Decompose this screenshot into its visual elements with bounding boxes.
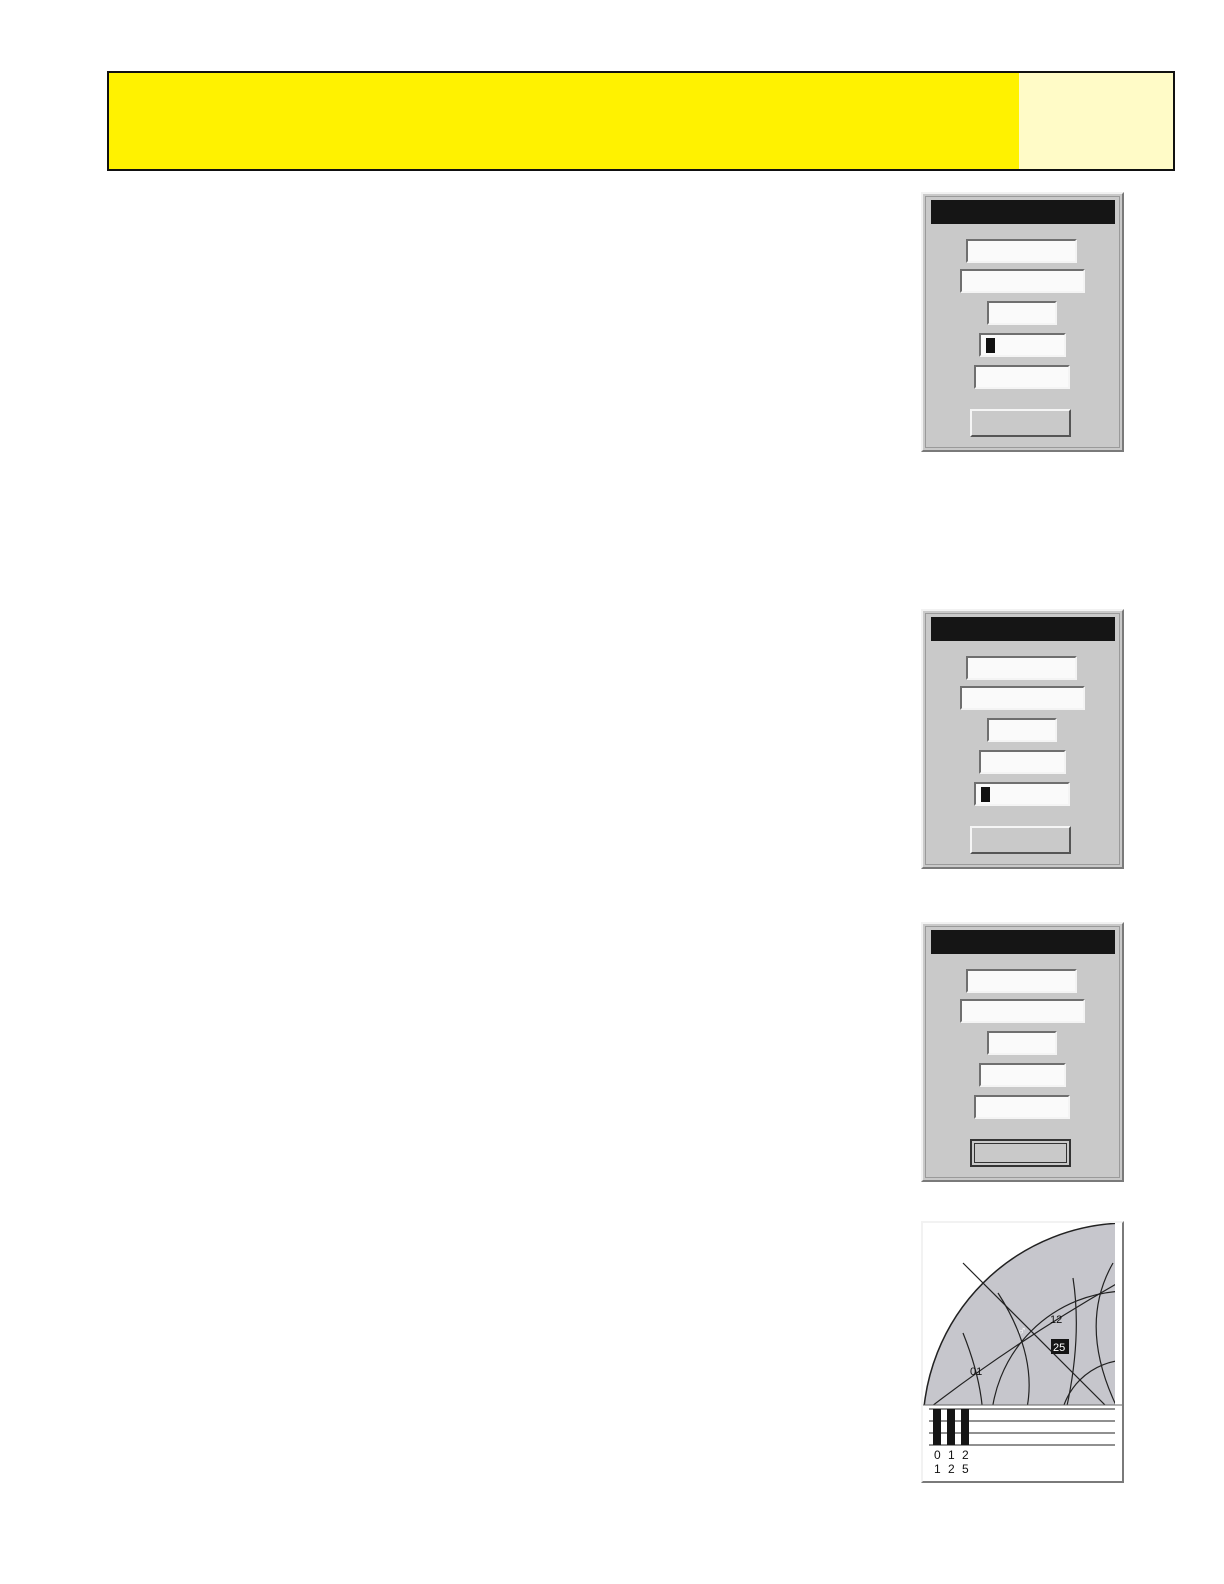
signal-bar-label: 2 — [962, 1448, 969, 1462]
field-4[interactable] — [979, 333, 1066, 357]
satellite-12: 12 — [1050, 1314, 1062, 1326]
device-screen-1 — [921, 192, 1124, 452]
signal-bar — [961, 1409, 969, 1445]
field-1[interactable] — [966, 969, 1077, 993]
signal-bars: 011225 — [933, 1409, 969, 1476]
field-2[interactable] — [960, 269, 1085, 293]
text-cursor — [986, 338, 995, 353]
field-3[interactable] — [987, 1031, 1057, 1055]
field-5[interactable] — [974, 1095, 1070, 1119]
field-2[interactable] — [960, 686, 1085, 710]
satellite-label: 01 — [970, 1366, 982, 1378]
field-4[interactable] — [979, 1063, 1066, 1087]
screen-title-bar — [931, 200, 1115, 224]
signal-bar-label: 0 — [934, 1448, 941, 1462]
signal-bar — [947, 1409, 955, 1445]
satellite-label: 25 — [1053, 1342, 1065, 1354]
satellite-01: 01 — [970, 1366, 982, 1378]
satellite-sky-screen: ♂ 01 12 25 011225 — [921, 1221, 1124, 1483]
field-4[interactable] — [979, 750, 1066, 774]
screen-title-bar — [931, 930, 1115, 954]
screen-frame — [925, 926, 1120, 1178]
signal-bar — [933, 1409, 941, 1445]
text-cursor — [981, 787, 990, 802]
chapter-banner — [107, 71, 1175, 171]
direction-glyph: ♂ — [1017, 1323, 1027, 1338]
ok-button[interactable] — [970, 409, 1071, 437]
ok-button[interactable] — [970, 826, 1071, 854]
signal-grid — [929, 1408, 1115, 1446]
satellite-label: 12 — [1050, 1314, 1062, 1326]
signal-bar-label: 1 — [934, 1462, 941, 1476]
screen-frame — [925, 196, 1120, 448]
ok-button[interactable] — [970, 1139, 1071, 1167]
device-screen-2 — [921, 609, 1124, 869]
screen-frame — [925, 613, 1120, 865]
signal-bar-label: 1 — [948, 1448, 955, 1462]
field-5[interactable] — [974, 782, 1070, 806]
signal-bar-label: 2 — [948, 1462, 955, 1476]
field-2[interactable] — [960, 999, 1085, 1023]
device-screen-3 — [921, 922, 1124, 1182]
field-5[interactable] — [974, 365, 1070, 389]
field-1[interactable] — [966, 656, 1077, 680]
field-3[interactable] — [987, 718, 1057, 742]
field-3[interactable] — [987, 301, 1057, 325]
sky-view-graphic: ♂ 011225 011225 — [923, 1223, 1122, 1476]
signal-bar-label: 5 — [962, 1462, 969, 1476]
field-1[interactable] — [966, 239, 1077, 263]
screen-title-bar — [931, 617, 1115, 641]
banner-tab — [1019, 73, 1173, 169]
banner-main — [109, 73, 1019, 169]
satellite-25: 25 — [1051, 1339, 1069, 1354]
